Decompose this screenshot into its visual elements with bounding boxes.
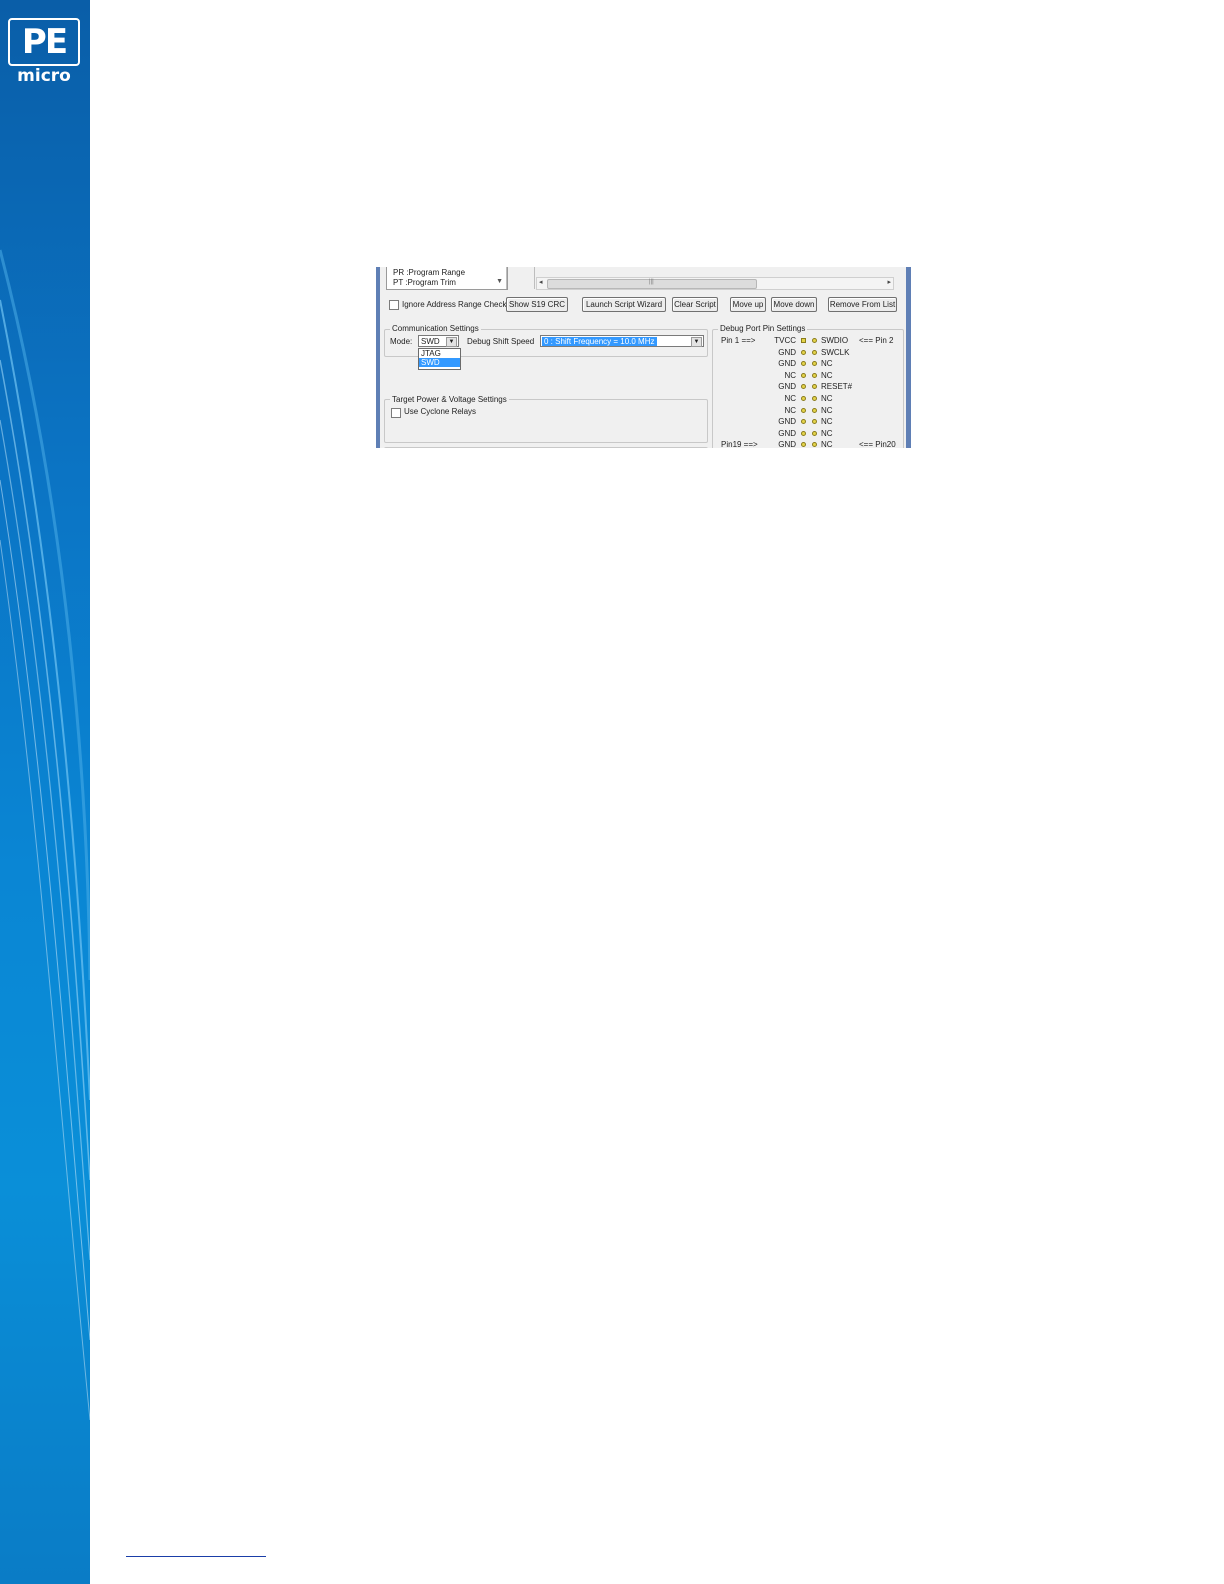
pin-left-label: NC [784,370,796,380]
logo-micro-text: micro [17,66,71,86]
communication-settings-title: Communication Settings [390,324,481,333]
pin-left-label: NC [784,394,796,403]
mode-label: Mode: [390,337,413,346]
pin-left-label: GND [778,440,796,448]
pin-dot-right [812,372,817,378]
pin-left-label: GND [778,382,796,392]
debug-port-pin-title: Debug Port Pin Settings [718,324,808,333]
pin-right-label: NC [821,405,833,415]
clear-script-button[interactable]: Clear Script [672,297,718,312]
footer-link-underline[interactable] [126,1556,266,1557]
grip-icon: ||| [649,279,654,285]
remove-from-list-button[interactable]: Remove From List [828,297,897,312]
pin-dot-left [801,338,806,343]
pin-left-label: TVCC [774,336,796,345]
ignore-range-checkbox[interactable] [389,300,399,310]
chevron-down-icon[interactable]: ▼ [446,337,457,347]
mode-dropdown-list[interactable]: JTAG SWD [418,348,461,370]
mode-option-swd[interactable]: SWD [419,358,460,367]
wave-graphic [0,249,90,1421]
divider [534,267,535,289]
pin-dot-left [801,396,806,401]
pin-left-label: GND [778,347,796,357]
scroll-left-icon[interactable]: ◂ [539,278,543,286]
pin-right-label: SWDIO [821,336,849,345]
divider [506,267,507,289]
list-item[interactable]: PR :Program Range [393,268,465,277]
pin-left-label: NC [784,405,796,415]
next-group-edge [384,447,708,448]
pin-dot-right [812,396,817,401]
pin-right-label: SWCLK [821,347,850,357]
pemicro-logo: PE micro [6,18,82,88]
pin-right-label: RESET# [821,382,853,392]
window-frame-right [906,267,911,448]
show-s19-crc-button[interactable]: Show S19 CRC [506,297,568,312]
pin1-label: Pin 1 ==> [721,336,756,345]
horizontal-scrollbar[interactable]: ◂ ||| ▸ [536,277,894,290]
speed-value: 0 : Shift Frequency = 10.0 MHz [542,337,657,346]
window-frame-left [376,267,380,448]
launch-script-wizard-button[interactable]: Launch Script Wizard [582,297,666,312]
pin20-label: <== Pin20 [859,440,896,448]
chevron-down-icon[interactable]: ▼ [496,278,503,285]
dialog-screenshot: PR :Program Range PT :Program Trim ▼ ◂ |… [376,267,911,448]
pin-right-label: NC [821,417,833,427]
pin-dot-right [812,407,817,413]
debug-shift-speed-select[interactable]: 0 : Shift Frequency = 10.0 MHz ▼ [540,335,704,347]
pin2-label: <== Pin 2 [859,336,894,345]
pin-dot-right [812,338,817,343]
decorative-sidebar: PE micro [0,0,90,1584]
pin-dot-left [801,430,806,436]
pin-dot-left [801,372,806,378]
pin-left-label: GND [778,417,796,427]
pin-right-label: NC [821,370,833,380]
scroll-right-icon[interactable]: ▸ [887,278,891,286]
pin-dot-right [812,349,817,355]
list-item[interactable]: PT :Program Trim [393,278,456,287]
pin-dot-right [812,430,817,436]
command-listbox[interactable]: PR :Program Range PT :Program Trim ▼ [386,267,508,290]
target-power-group [384,399,708,443]
pin-right-label: NC [821,394,833,403]
use-cyclone-relays-checkbox[interactable] [391,408,401,418]
pin-right-label: NC [821,428,833,438]
debug-port-pin-group [712,329,904,448]
mode-select[interactable]: SWD ▼ [418,335,459,347]
pin-right-label: NC [821,359,833,369]
use-cyclone-relays-label: Use Cyclone Relays [404,407,477,416]
debug-shift-speed-label: Debug Shift Speed [467,337,535,346]
move-up-button[interactable]: Move up [730,297,766,312]
pin-left-label: GND [778,428,796,438]
pin-dot-left [801,407,806,413]
pin19-label: Pin19 ==> [721,440,758,448]
ignore-range-label: Ignore Address Range Check [402,300,507,309]
move-down-button[interactable]: Move down [771,297,817,312]
chevron-down-icon[interactable]: ▼ [691,337,702,347]
target-power-title: Target Power & Voltage Settings [390,395,509,404]
mode-option-jtag[interactable]: JTAG [419,349,460,358]
pin-dot-left [801,349,806,355]
pin-left-label: GND [778,359,796,369]
pin-right-label: NC [821,440,833,448]
logo-pe-mark: PE [8,18,80,66]
mode-value: SWD [421,337,440,346]
